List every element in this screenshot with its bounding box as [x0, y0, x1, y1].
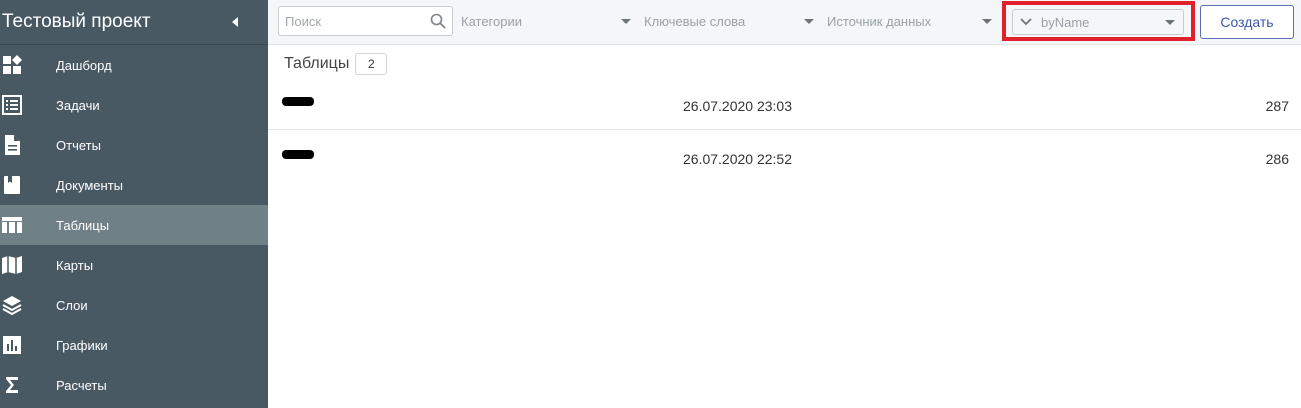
data-source-label: Источник данных [827, 13, 932, 29]
create-button[interactable]: Создать [1200, 5, 1294, 39]
sidebar-item-dashboard[interactable]: Дашборд [0, 45, 268, 85]
sidebar-item-documents[interactable]: Документы [0, 165, 268, 205]
sidebar-item-tables[interactable]: Таблицы [0, 205, 268, 245]
toolbar: Категории Ключевые слова Источник данных… [268, 0, 1301, 45]
bar-chart-icon [0, 325, 56, 365]
sidebar-item-reports[interactable]: Отчеты [0, 125, 268, 165]
count-badge: 2 [355, 53, 388, 75]
sidebar-item-calculations[interactable]: Расчеты [0, 365, 268, 405]
sidebar-item-label: Дашборд [56, 57, 112, 73]
collapse-sidebar-icon[interactable] [228, 15, 242, 29]
search-box [278, 6, 453, 36]
row-date: 26.07.2020 23:03 [683, 98, 792, 114]
categories-label: Категории [461, 13, 522, 29]
table-icon [0, 205, 56, 245]
sort-label: byName [1041, 14, 1090, 30]
sidebar-item-label: Таблицы [56, 217, 110, 233]
report-document-icon [0, 125, 56, 165]
caret-down-icon [982, 18, 992, 24]
sidebar-item-maps[interactable]: Карты [0, 245, 268, 285]
keywords-label: Ключевые слова [644, 13, 746, 29]
chevron-down-icon [1019, 15, 1033, 29]
redacted-name [282, 97, 314, 106]
page-title: Таблицы [284, 55, 350, 72]
row-date: 26.07.2020 22:52 [683, 151, 792, 167]
table-row[interactable]: 26.07.2020 23:03 287 [268, 85, 1301, 130]
search-icon[interactable] [430, 13, 446, 29]
sort-dropdown-value: byName [1019, 15, 1089, 30]
redacted-name [282, 150, 314, 159]
search-input[interactable] [279, 7, 419, 35]
dashboard-icon [0, 45, 56, 85]
sort-dropdown[interactable]: byName [1012, 9, 1184, 35]
highlight-box: byName [1002, 1, 1195, 41]
caret-down-icon [1165, 19, 1175, 25]
sidebar-item-label: Слои [56, 297, 88, 313]
sidebar-item-label: Задачи [56, 97, 100, 113]
main-content: Таблицы 2 26.07.2020 23:03 287 26.07.202… [268, 45, 1301, 408]
tasks-list-icon [0, 85, 56, 125]
sidebar-item-label: Документы [56, 177, 124, 193]
categories-dropdown[interactable]: Категории [461, 6, 631, 36]
sidebar-item-layers[interactable]: Слои [0, 285, 268, 325]
caret-down-icon [804, 18, 814, 24]
sidebar: Тестовый проект Дашборд Задачи Отчеты До… [0, 0, 268, 408]
data-source-dropdown[interactable]: Источник данных [827, 6, 992, 36]
sidebar-item-label: Отчеты [56, 137, 101, 153]
sidebar-item-charts[interactable]: Графики [0, 325, 268, 365]
row-id: 287 [1265, 98, 1289, 114]
layers-icon [0, 285, 56, 325]
sidebar-item-label: Карты [56, 257, 94, 273]
app-window: Тестовый проект Дашборд Задачи Отчеты До… [0, 0, 1301, 408]
table-list: 26.07.2020 23:03 287 26.07.2020 22:52 28… [268, 85, 1301, 180]
section-header: Таблицы 2 [284, 53, 388, 75]
sidebar-item-label: Расчеты [56, 377, 107, 393]
keywords-dropdown[interactable]: Ключевые слова [644, 6, 814, 36]
sidebar-nav: Дашборд Задачи Отчеты Документы Таблицы … [0, 45, 268, 405]
sigma-icon [0, 365, 56, 405]
sidebar-item-tasks[interactable]: Задачи [0, 85, 268, 125]
caret-down-icon [621, 18, 631, 24]
sidebar-item-label: Графики [56, 337, 108, 353]
book-icon [0, 165, 56, 205]
table-row[interactable]: 26.07.2020 22:52 286 [268, 130, 1301, 180]
project-title: Тестовый проект [2, 11, 151, 32]
row-id: 286 [1265, 151, 1289, 167]
sidebar-header: Тестовый проект [0, 0, 268, 45]
map-icon [0, 245, 56, 285]
